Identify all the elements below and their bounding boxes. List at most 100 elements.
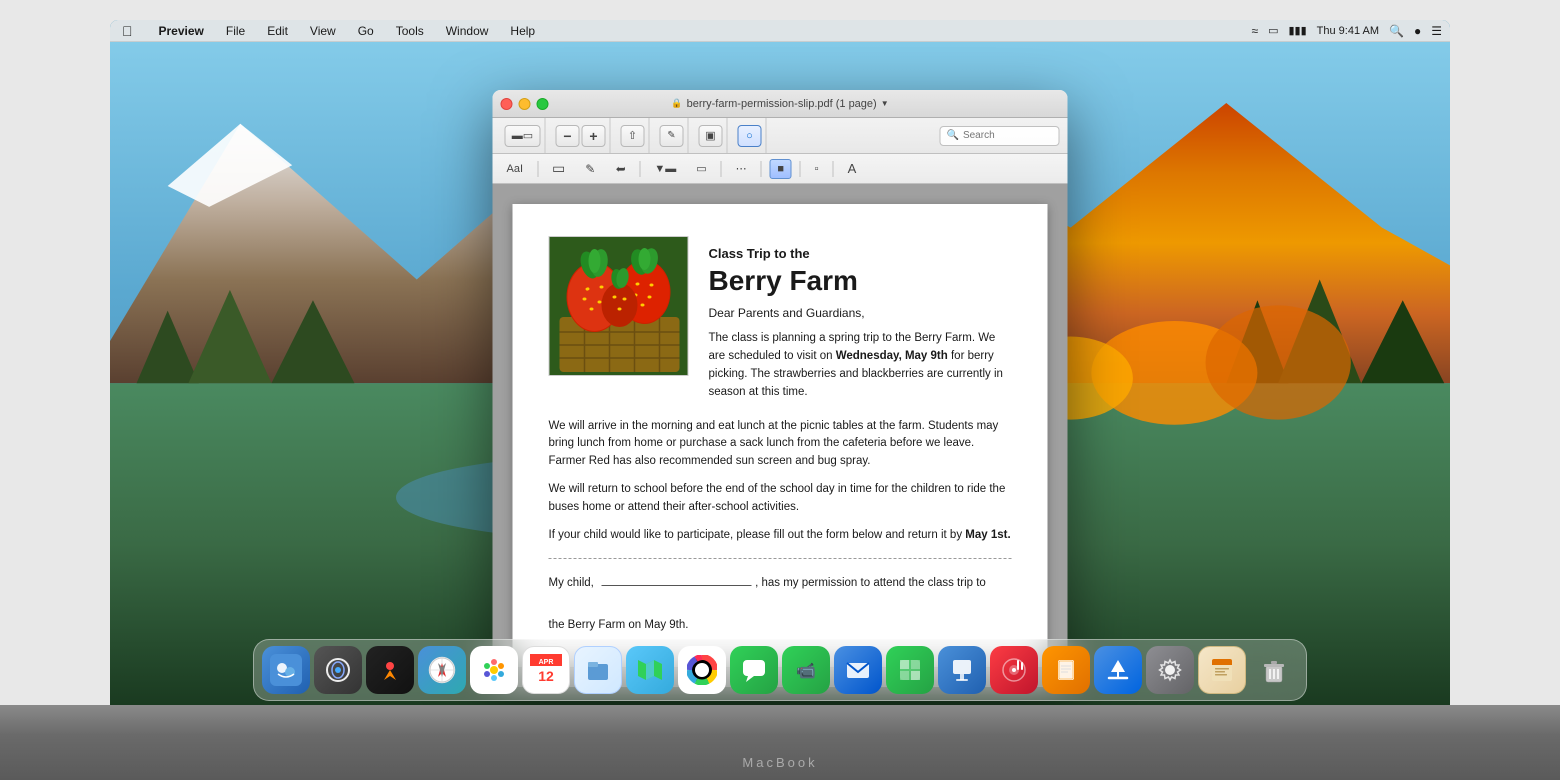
window-toolbar: ▬▭ − + ⇧ ✎ ▣ ○ 🔍: [493, 118, 1068, 154]
border-button[interactable]: ■: [770, 159, 792, 179]
rect-shape-button[interactable]: ▭: [690, 160, 712, 177]
dock-app-facetime[interactable]: 📹: [782, 646, 830, 694]
lock-icon: 🔒: [671, 98, 682, 109]
zoom-in-button[interactable]: +: [582, 125, 606, 147]
siri-menubar-icon[interactable]: ●: [1414, 24, 1421, 38]
clock: Thu 9:41 AM: [1317, 25, 1379, 37]
annotation-toolbar: AaI ▭ ✎ ➥ ▼▬ ▭ ⋯ ■ ▫ A: [493, 154, 1068, 184]
dock-app-messages[interactable]: [730, 646, 778, 694]
menu-file[interactable]: File: [222, 23, 249, 39]
shape-rect-button[interactable]: ▭: [546, 158, 571, 179]
fill-button[interactable]: ▫: [809, 161, 825, 177]
notification-icon[interactable]: ☰: [1431, 24, 1442, 38]
view-controls: ▬▭: [501, 118, 546, 153]
window-titlebar: 🔒 berry-farm-permission-slip.pdf (1 page…: [493, 90, 1068, 118]
text-tool-label: AaI: [507, 163, 524, 175]
permission-text-1: My child,: [549, 577, 598, 589]
dock-app-safari[interactable]: [418, 646, 466, 694]
maximize-button[interactable]: [537, 98, 549, 110]
dock-app-colorpicker[interactable]: [678, 646, 726, 694]
pdf-subtitle: Class Trip to the: [709, 244, 1012, 264]
pdf-body-text-1: The class is planning a spring trip to t…: [709, 330, 1012, 401]
apple-menu[interactable]: : [118, 22, 137, 40]
find-controls: ○: [734, 118, 767, 153]
permission-text-2: , has my permission to attend the class …: [755, 577, 986, 589]
text-tool-button[interactable]: AaI: [501, 161, 530, 177]
close-button[interactable]: [501, 98, 513, 110]
dropdown-chevron[interactable]: ▼: [881, 99, 889, 108]
zoom-controls: − +: [552, 118, 611, 153]
dock-app-mail[interactable]: [834, 646, 882, 694]
ann-sep-2: [639, 161, 640, 177]
spotlight-icon[interactable]: 🔍: [1389, 24, 1404, 38]
traffic-lights: [501, 98, 549, 110]
dock-app-maps[interactable]: [626, 646, 674, 694]
text-style-button[interactable]: A: [842, 159, 863, 178]
ann-sep-6: [833, 161, 834, 177]
dock-app-itunes[interactable]: [990, 646, 1038, 694]
dock-app-siri[interactable]: [314, 646, 362, 694]
battery-icon: ▮▮▮: [1288, 24, 1306, 37]
pen-button[interactable]: ✎: [660, 125, 684, 147]
menubar-left:  Preview File Edit View Go Tools Window…: [118, 22, 539, 40]
pdf-header-text: Class Trip to the Berry Farm Dear Parent…: [709, 236, 1012, 402]
menu-go[interactable]: Go: [354, 23, 378, 39]
svg-text:12: 12: [538, 668, 554, 684]
menu-edit[interactable]: Edit: [263, 23, 292, 39]
lines-dropdown[interactable]: ⋯: [730, 160, 753, 177]
dock-app-trash[interactable]: [1250, 646, 1298, 694]
screen:  Preview File Edit View Go Tools Window…: [110, 20, 1450, 705]
menubar:  Preview File Edit View Go Tools Window…: [110, 20, 1450, 42]
pdf-page: Class Trip to the Berry Farm Dear Parent…: [513, 204, 1048, 667]
shapes-dropdown[interactable]: ▼▬: [648, 161, 682, 177]
dock-app-files[interactable]: [574, 646, 622, 694]
menu-app-name[interactable]: Preview: [155, 23, 208, 39]
search-box[interactable]: 🔍: [940, 126, 1060, 146]
pdf-title: Berry Farm: [709, 266, 1012, 297]
dock-app-keynote[interactable]: [938, 646, 986, 694]
search-input[interactable]: [963, 130, 1053, 141]
signature-button[interactable]: ➥: [609, 160, 631, 178]
minimize-button[interactable]: [519, 98, 531, 110]
preview-window: 🔒 berry-farm-permission-slip.pdf (1 page…: [493, 90, 1068, 687]
dock-app-launchpad[interactable]: [366, 646, 414, 694]
dashed-separator: [549, 558, 1012, 559]
dock-app-finder[interactable]: [262, 646, 310, 694]
wifi-icon: ≈: [1251, 24, 1258, 38]
svg-text:📹: 📹: [796, 662, 816, 680]
sidebar-toggle-button[interactable]: ▬▭: [505, 125, 541, 147]
search-icon: 🔍: [947, 130, 959, 141]
menu-tools[interactable]: Tools: [392, 23, 428, 39]
annotation-controls: ✎: [656, 118, 689, 153]
strawberry-image: [549, 236, 689, 376]
paragraph1-bold: Wednesday, May 9th: [836, 350, 948, 362]
menu-window[interactable]: Window: [442, 23, 493, 39]
window-title: 🔒 berry-farm-permission-slip.pdf (1 page…: [671, 98, 888, 110]
dock-app-sysprefs[interactable]: [1146, 646, 1194, 694]
pdf-header: Class Trip to the Berry Farm Dear Parent…: [549, 236, 1012, 402]
macbook-bottom-bezel: MacBook: [0, 705, 1560, 780]
pdf-content: Class Trip to the Berry Farm Dear Parent…: [493, 184, 1068, 687]
share-button[interactable]: ⇧: [621, 125, 645, 147]
dock-app-preview[interactable]: [1198, 646, 1246, 694]
permission-text-3: the Berry Farm on May 9th.: [549, 619, 689, 631]
sketch-button[interactable]: ✎: [579, 160, 601, 178]
zoom-out-button[interactable]: −: [556, 125, 580, 147]
dock: APR12: [253, 639, 1307, 701]
dock-app-photos[interactable]: [470, 646, 518, 694]
dock-app-ibooks[interactable]: [1042, 646, 1090, 694]
pdf-paragraph-4: If your child would like to participate,…: [549, 527, 1012, 545]
dock-app-calendar[interactable]: APR12: [522, 646, 570, 694]
menu-view[interactable]: View: [306, 23, 340, 39]
copy-button[interactable]: ▣: [699, 125, 723, 147]
dock-app-appstore[interactable]: [1094, 646, 1142, 694]
share-controls: ⇧: [617, 118, 650, 153]
dock-app-numbers[interactable]: [886, 646, 934, 694]
ann-sep-5: [800, 161, 801, 177]
annotate-button[interactable]: ○: [738, 125, 762, 147]
paragraph4-prefix: If your child would like to participate,…: [549, 529, 966, 541]
pdf-paragraph-3: We will return to school before the end …: [549, 481, 1012, 517]
macbook-label: MacBook: [742, 755, 817, 770]
menu-help[interactable]: Help: [506, 23, 539, 39]
ann-sep-1: [537, 161, 538, 177]
